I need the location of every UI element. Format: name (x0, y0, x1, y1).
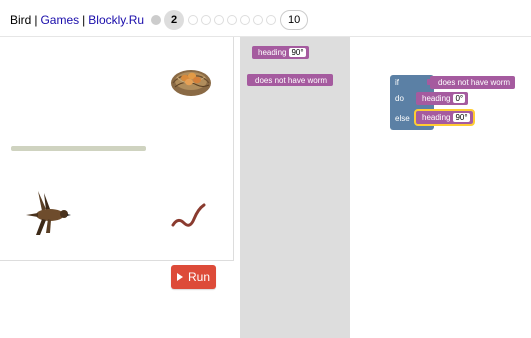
else-heading-label: heading (422, 113, 451, 122)
separator: | (34, 13, 38, 27)
app-title: Bird (10, 13, 32, 27)
nest-icon (171, 70, 211, 96)
no-worm-block-label: does not have worm (255, 75, 328, 85)
toolbox-no-worm-block[interactable]: does not have worm (247, 74, 334, 86)
toolbox-heading-block[interactable]: heading 90° (252, 46, 309, 59)
do-heading-block[interactable]: heading 0° (416, 92, 469, 105)
games-link[interactable]: Games (40, 13, 79, 27)
level-9-dot[interactable] (266, 15, 276, 25)
wall (11, 146, 146, 151)
level-6-dot[interactable] (227, 15, 237, 25)
separator: | (82, 13, 86, 27)
do-heading-angle-field[interactable]: 0° (453, 94, 466, 103)
level-3-dot[interactable] (188, 15, 198, 25)
blockly-link[interactable]: Blockly.Ru (88, 13, 144, 27)
level-5-dot[interactable] (214, 15, 224, 25)
heading-block-label: heading (258, 48, 287, 57)
current-level[interactable]: 2 (164, 10, 184, 30)
do-heading-label: heading (422, 94, 451, 103)
toolbox-flyout: heading 90° does not have worm (240, 37, 350, 338)
run-button-label: Run (187, 270, 210, 284)
bird-icon (26, 191, 71, 235)
game-canvas (0, 37, 234, 261)
else-heading-block[interactable]: heading 90° (414, 109, 475, 126)
else-keyword: else (395, 114, 410, 123)
level-selector: 2 10 (151, 10, 309, 30)
else-heading-angle-field[interactable]: 90° (453, 113, 470, 122)
run-button[interactable]: Run (171, 265, 216, 289)
level-8-dot[interactable] (253, 15, 263, 25)
connector-notch (427, 79, 431, 85)
condition-no-worm-block[interactable]: does not have worm (427, 76, 516, 89)
do-keyword: do (395, 94, 404, 103)
level-1-dot[interactable] (151, 15, 161, 25)
if-keyword: if (395, 78, 399, 87)
worm-icon (171, 203, 206, 227)
page-header: Bird | Games | Blockly.Ru (10, 10, 144, 30)
heading-angle-field[interactable]: 90° (289, 48, 306, 57)
level-4-dot[interactable] (201, 15, 211, 25)
level-7-dot[interactable] (240, 15, 250, 25)
play-icon (176, 273, 183, 281)
last-level[interactable]: 10 (280, 10, 309, 30)
condition-label: does not have worm (438, 78, 511, 87)
